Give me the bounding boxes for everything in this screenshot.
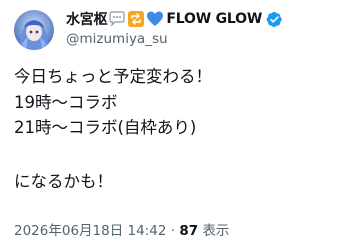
meta-separator: · [170,223,176,239]
views-count: 87 [179,223,199,239]
post-text: 今日ちょっと予定変わる！ 19時〜コラボ 21時〜コラボ(自枠あり) になるかも… [14,64,344,194]
verified-badge-icon [266,11,283,28]
avatar[interactable] [14,10,54,50]
blue-heart-emoji [146,10,164,28]
author-display-name[interactable]: 水宮枢 [66,9,108,29]
post-card: 水宮枢 FLOW GLOW @mizumiya_su 今日ちょっと予定変わる！ … [0,0,350,249]
post-text-line: 19時〜コラボ [14,92,118,112]
avatar-image [14,10,54,50]
speech-bubble-emoji [108,10,126,28]
repeat-emoji [127,10,145,28]
post-text-line [14,141,344,169]
author-name-suffix: FLOW GLOW [166,11,263,27]
post-text-line: になるかも！ [14,171,113,191]
author-name-row: 水宮枢 FLOW GLOW [66,9,283,29]
post-text-line: 今日ちょっと予定変わる！ [14,67,212,86]
post-timestamp[interactable]: 2026年06月18日 14:42 [14,223,166,239]
views-label: 表示 [202,223,230,239]
post-text-line: 21時〜コラボ(自枠あり) [14,118,197,137]
post-meta: 2026年06月18日 14:42 · 87 表示 [14,219,229,239]
author-handle[interactable]: @mizumiya_su [66,31,168,47]
